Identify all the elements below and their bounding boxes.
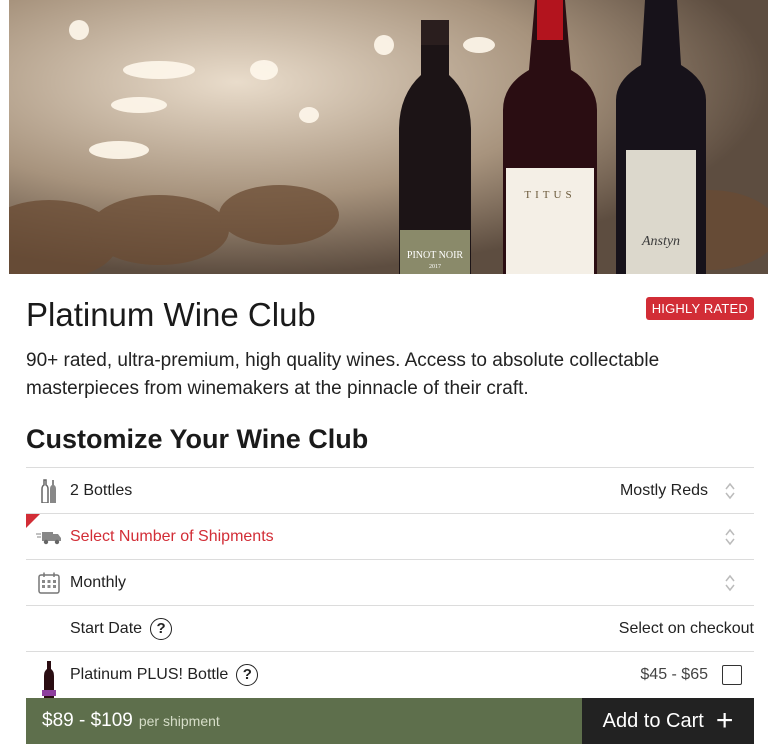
select-arrows-icon	[725, 528, 735, 545]
bottle1-label-text: PINOT NOIR	[407, 250, 464, 261]
start-date-row: Start Date? Select on checkout	[26, 605, 754, 651]
customize-heading: Customize Your Wine Club	[26, 424, 369, 454]
calendar-icon	[36, 570, 62, 596]
frequency-select[interactable]: Monthly	[26, 559, 754, 605]
plus-bottle-label: Platinum PLUS! Bottle?	[70, 663, 259, 686]
start-date-value: Select on checkout	[618, 619, 754, 637]
plus-bottle-icon	[36, 660, 62, 700]
plus-bottle-row[interactable]: Platinum PLUS! Bottle? $45 - $65	[26, 651, 754, 700]
start-date-help-icon[interactable]: ?	[150, 617, 173, 640]
bottles-select[interactable]: 2 Bottles Mostly Reds	[26, 467, 754, 513]
select-arrows-icon	[725, 574, 735, 591]
plus-bottle-help-icon[interactable]: ?	[236, 663, 259, 686]
shipments-select[interactable]: Select Number of Shipments	[26, 513, 754, 559]
add-to-cart-label: Add to Cart	[602, 709, 704, 732]
bottle1-year-text: 2017	[429, 264, 441, 270]
bottles-icon	[36, 478, 62, 504]
select-arrows-icon	[725, 482, 735, 499]
plus-icon: +	[715, 704, 734, 737]
shipments-label: Select Number of Shipments	[70, 527, 274, 545]
start-date-text: Start Date	[70, 619, 143, 637]
price-range: $89 - $109	[42, 710, 133, 731]
start-date-label: Start Date?	[70, 617, 173, 640]
per-shipment-label: per shipment	[138, 713, 220, 729]
wine-type-value: Mostly Reds	[619, 481, 708, 499]
add-to-cart-button[interactable]: Add to Cart +	[582, 698, 754, 744]
product-description: 90+ rated, ultra-premium, high quality w…	[26, 350, 660, 399]
plus-bottle-text: Platinum PLUS! Bottle	[70, 665, 229, 683]
truck-icon	[36, 524, 62, 550]
price-summary: $89 - $109 per shipment	[26, 698, 582, 744]
bottles-label: 2 Bottles	[70, 481, 133, 499]
wine-cellar-illustration: PINOT NOIR 2017 TITUS Anstyn	[9, 0, 768, 274]
plus-bottle-price: $45 - $65	[640, 665, 708, 683]
frequency-label: Monthly	[70, 573, 127, 591]
hero-image: PINOT NOIR 2017 TITUS Anstyn	[9, 0, 768, 274]
highly-rated-badge: HIGHLY RATED	[645, 297, 754, 320]
plus-bottle-checkbox[interactable]	[722, 664, 742, 685]
cart-bar: $89 - $109 per shipment Add to Cart +	[26, 698, 754, 744]
customize-options: 2 Bottles Mostly Reds Select Number of S…	[26, 467, 754, 700]
bottle3-label-text: Anstyn	[641, 234, 680, 249]
product-title: Platinum Wine Club	[26, 296, 316, 333]
bottle2-label-text: TITUS	[524, 189, 575, 201]
